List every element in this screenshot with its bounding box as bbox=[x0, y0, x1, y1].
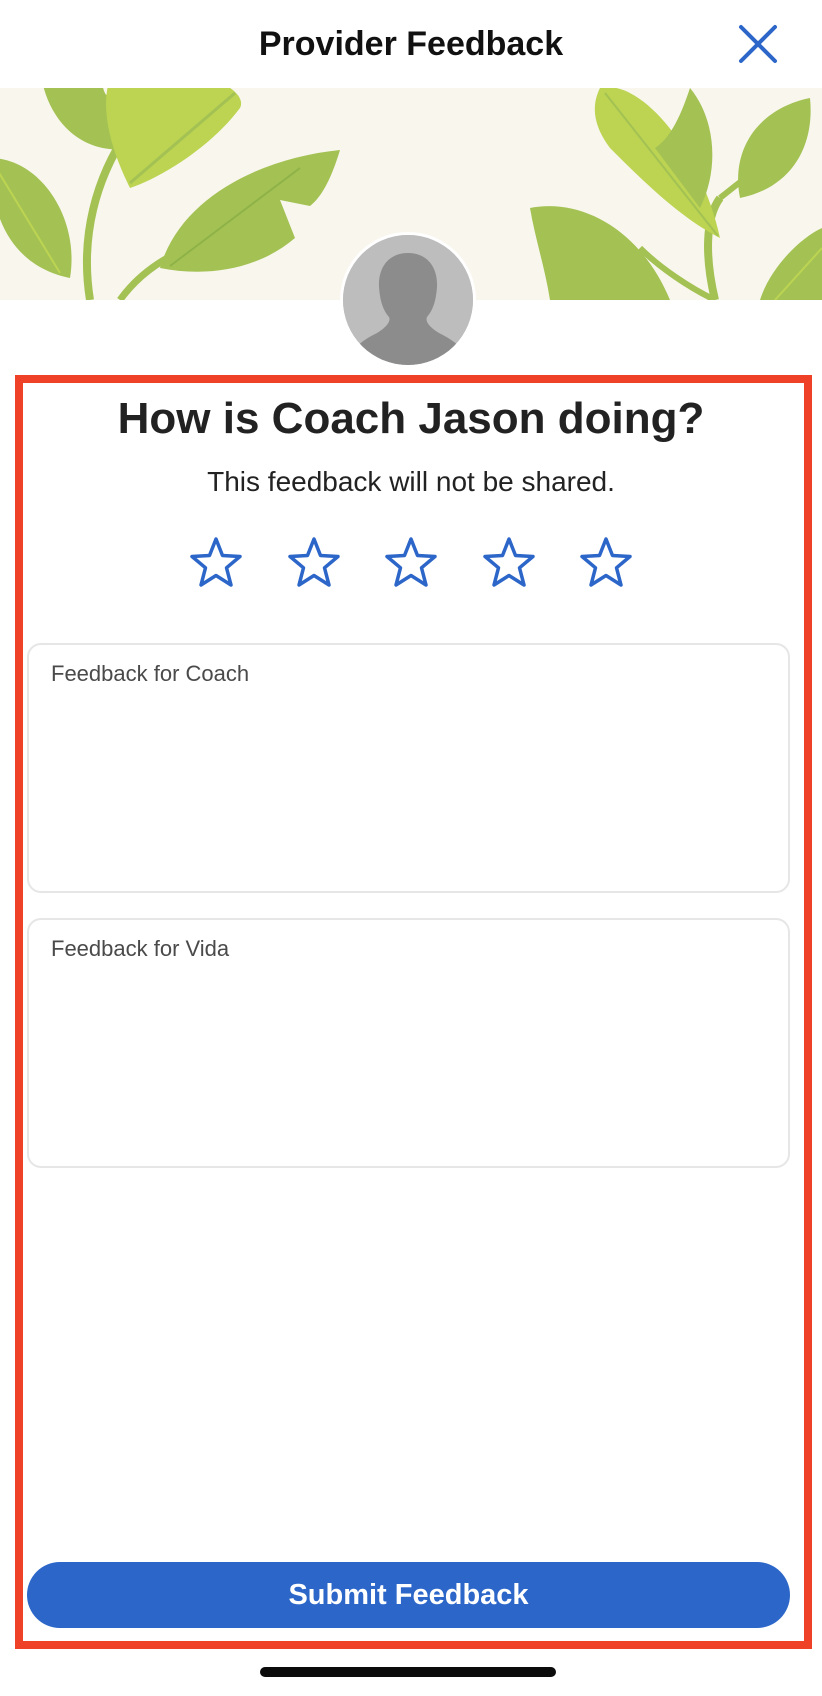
star-outline-icon bbox=[287, 537, 340, 587]
feedback-question: How is Coach Jason doing? bbox=[117, 394, 705, 443]
privacy-note: This feedback will not be shared. bbox=[207, 466, 615, 497]
nav-bar: Provider Feedback bbox=[0, 0, 822, 88]
star-outline-icon bbox=[580, 537, 632, 587]
star-rating bbox=[186, 533, 636, 593]
star-rating-1[interactable] bbox=[186, 533, 246, 593]
close-button[interactable] bbox=[728, 16, 788, 72]
star-outline-icon bbox=[482, 537, 535, 587]
coach-feedback-field[interactable]: Feedback for Coach bbox=[27, 643, 790, 893]
person-silhouette-icon bbox=[343, 235, 473, 365]
vida-feedback-placeholder: Feedback for Vida bbox=[51, 936, 230, 961]
coach-feedback-placeholder: Feedback for Coach bbox=[51, 661, 250, 686]
star-rating-3[interactable] bbox=[381, 533, 441, 593]
submit-feedback-button[interactable]: Submit Feedback bbox=[27, 1562, 790, 1628]
star-outline-icon bbox=[190, 537, 242, 587]
provider-feedback-screen: Provider Feedback How is Coach Jason doi… bbox=[0, 0, 822, 1696]
page-title: Provider Feedback bbox=[258, 24, 564, 63]
close-icon bbox=[739, 25, 777, 63]
home-indicator[interactable] bbox=[260, 1667, 556, 1677]
avatar bbox=[343, 235, 473, 365]
star-outline-icon bbox=[385, 537, 437, 587]
star-rating-4[interactable] bbox=[479, 533, 539, 593]
star-rating-5[interactable] bbox=[576, 533, 636, 593]
vida-feedback-field[interactable]: Feedback for Vida bbox=[27, 918, 790, 1168]
star-rating-2[interactable] bbox=[284, 533, 344, 593]
